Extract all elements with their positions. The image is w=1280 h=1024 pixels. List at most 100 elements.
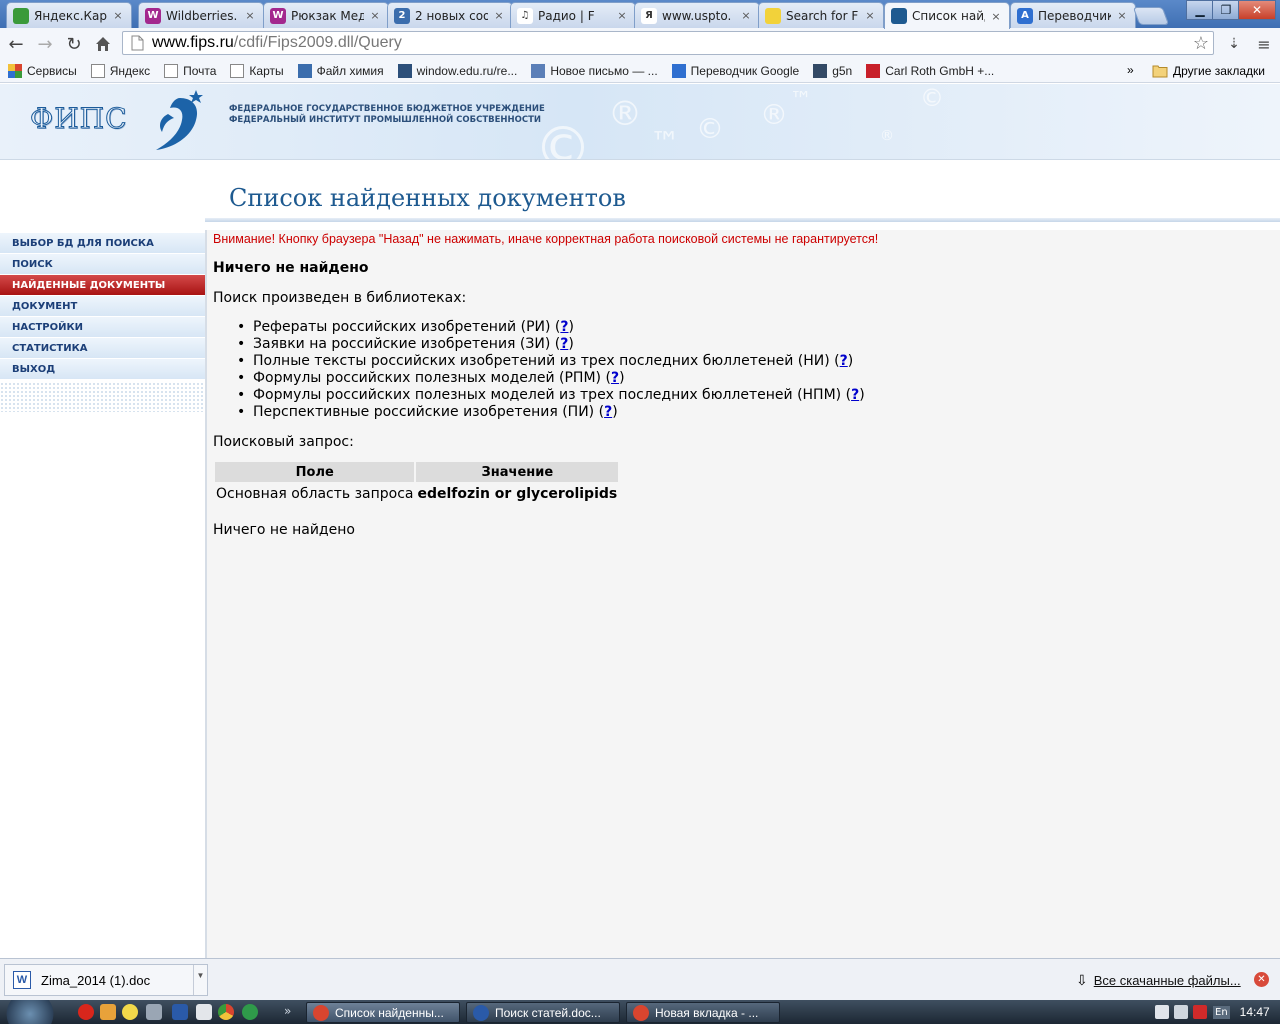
- bookmark-item[interactable]: Переводчик Google: [671, 63, 799, 78]
- quicklaunch-app-icon[interactable]: [242, 1004, 258, 1020]
- menu-item[interactable]: ВЫХОД: [0, 358, 205, 379]
- fips-logo-mark[interactable]: [150, 88, 210, 156]
- page-title: Список найденных документов: [229, 184, 626, 212]
- tab-close-icon[interactable]: ×: [989, 10, 1003, 23]
- address-bar[interactable]: www.fips.ru/cdfi/Fips2009.dll/Query ☆: [122, 31, 1214, 55]
- menu-item[interactable]: ПОИСК: [0, 253, 205, 274]
- library-help-link[interactable]: ?: [840, 353, 848, 369]
- taskbar-button[interactable]: Новая вкладка - ...: [626, 1002, 780, 1023]
- browser-tab[interactable]: 2 2 новых соо ×: [387, 2, 513, 28]
- language-indicator[interactable]: En: [1213, 1005, 1230, 1019]
- clock[interactable]: 14:47: [1240, 1005, 1270, 1019]
- bookmark-item[interactable]: Carl Roth GmbH +...: [866, 63, 994, 78]
- tab-close-icon[interactable]: ×: [615, 9, 629, 22]
- download-item[interactable]: W Zima_2014 (1).doc ▼: [4, 964, 208, 996]
- taskbar-button[interactable]: Список найденны...: [306, 1002, 460, 1023]
- bookmark-item[interactable]: Сервисы: [8, 63, 77, 78]
- library-help-link[interactable]: ?: [611, 370, 619, 386]
- bookmark-item[interactable]: Новое письмо — ...: [531, 63, 658, 78]
- menu-item[interactable]: НАСТРОЙКИ: [0, 316, 205, 337]
- bookmark-item[interactable]: Почта: [164, 63, 216, 78]
- bookmark-item[interactable]: Карты: [230, 63, 284, 78]
- library-help-link[interactable]: ?: [851, 387, 859, 403]
- tab-close-icon[interactable]: ×: [243, 9, 257, 22]
- query-table-header-row: Поле Значение: [215, 462, 619, 482]
- menu-item[interactable]: ДОКУМЕНТ: [0, 295, 205, 316]
- list-item: Перспективные российские изобретения (ПИ…: [237, 404, 865, 421]
- back-arrow-icon: ←: [8, 33, 24, 55]
- bookmarks-list: Сервисы Яндекс Почта Карты Файл химия window.…: [0, 63, 1000, 78]
- other-bookmarks-label: Другие закладки: [1173, 64, 1265, 78]
- menu-item[interactable]: НАЙДЕННЫЕ ДОКУМЕНТЫ: [0, 274, 205, 295]
- library-help-link[interactable]: ?: [560, 319, 568, 335]
- tab-title: Список найд: [912, 9, 985, 23]
- chrome-icon[interactable]: [218, 1004, 234, 1020]
- chrome-menu-button[interactable]: ≡: [1252, 32, 1276, 56]
- browser-tab[interactable]: W Wildberries. ×: [138, 2, 264, 28]
- browser-tab[interactable]: A Переводчик ×: [1010, 2, 1136, 28]
- site-menu: ВЫБОР БД ДЛЯ ПОИСКА ПОИСК НАЙДЕННЫЕ ДОКУМЕ…: [0, 232, 205, 379]
- browser-tab[interactable]: Яwww.uspto. ×: [634, 2, 760, 28]
- bookmark-item[interactable]: window.edu.ru/re...: [397, 63, 518, 78]
- quicklaunch-app-icon[interactable]: [122, 1004, 138, 1020]
- back-button[interactable]: ←: [4, 32, 28, 56]
- quicklaunch-app-icon[interactable]: [196, 1004, 212, 1020]
- browser-tab[interactable]: ♫ Радио | F ×: [510, 2, 636, 28]
- browser-tab[interactable]: W Рюкзак Мед ×: [263, 2, 389, 28]
- minimize-button[interactable]: ▁: [1186, 0, 1214, 20]
- menu-item[interactable]: ВЫБОР БД ДЛЯ ПОИСКА: [0, 232, 205, 253]
- kaspersky-icon[interactable]: [1193, 1005, 1207, 1019]
- tab-title: Wildberries.: [166, 8, 238, 23]
- tray-network-icon[interactable]: [1174, 1005, 1188, 1019]
- download-menu-caret[interactable]: ▼: [193, 965, 207, 995]
- all-downloads-link[interactable]: ⇩ Все скачанные файлы...: [1076, 972, 1241, 989]
- bookmark-label: window.edu.ru/re...: [416, 63, 518, 78]
- tab-favicon-icon: [765, 7, 781, 24]
- bookmark-item[interactable]: Файл химия: [297, 63, 384, 78]
- registered-watermark-icon: ®: [760, 98, 788, 131]
- bookmark-item[interactable]: Яндекс: [90, 63, 150, 78]
- tab-close-icon[interactable]: ×: [492, 9, 506, 22]
- tab-close-icon[interactable]: ×: [739, 9, 753, 22]
- column-header-value: Значение: [416, 462, 619, 482]
- tab-close-icon[interactable]: ×: [1115, 9, 1129, 22]
- organization-name-line-2: ФЕДЕРАЛЬНЫЙ ИНСТИТУТ ПРОМЫШЛЕННОЙ СОБСТВ…: [229, 115, 542, 125]
- browser-tab[interactable]: Яндекс.Карт ×: [6, 2, 132, 28]
- close-shelf-icon[interactable]: ✕: [1254, 972, 1269, 987]
- maximize-button[interactable]: ❐: [1212, 0, 1240, 20]
- quicklaunch-overflow-icon[interactable]: »: [284, 1004, 291, 1018]
- home-button[interactable]: [91, 32, 115, 56]
- start-button[interactable]: [0, 1000, 66, 1024]
- quicklaunch-app-icon[interactable]: [100, 1004, 116, 1020]
- tab-close-icon[interactable]: ×: [863, 9, 877, 22]
- page-icon: [90, 63, 105, 78]
- bookmark-star-icon[interactable]: ☆: [1193, 33, 1209, 54]
- tab-favicon-icon: ♫: [517, 7, 533, 24]
- page-icon: [230, 63, 245, 78]
- library-help-link[interactable]: ?: [560, 336, 568, 352]
- downloads-indicator-button[interactable]: ⇣: [1222, 32, 1246, 56]
- menu-item[interactable]: СТАТИСТИКА: [0, 337, 205, 358]
- opera-icon[interactable]: [78, 1004, 94, 1020]
- bookmarks-overflow-chevron[interactable]: »: [1127, 63, 1134, 77]
- reload-button[interactable]: ↻: [62, 32, 86, 56]
- library-help-link[interactable]: ?: [604, 404, 612, 420]
- word-icon[interactable]: [172, 1004, 188, 1020]
- browser-tab[interactable]: Список найд ×: [884, 2, 1010, 29]
- tab-close-icon[interactable]: ×: [111, 9, 125, 22]
- new-tab-button[interactable]: [1132, 7, 1170, 25]
- forward-button[interactable]: →: [33, 32, 57, 56]
- quicklaunch-app-icon[interactable]: [146, 1004, 162, 1020]
- other-bookmarks-folder[interactable]: Другие закладки: [1152, 59, 1265, 83]
- bookmark-item[interactable]: g5n: [813, 63, 852, 78]
- tab-favicon-icon: W: [145, 7, 161, 24]
- taskbar-app-icon: [473, 1004, 489, 1021]
- nothing-found-heading: Ничего не найдено: [213, 260, 369, 276]
- fips-logo-text[interactable]: ФИПС: [30, 102, 128, 136]
- tab-close-icon[interactable]: ×: [368, 9, 382, 22]
- title-area: Список найденных документов: [205, 160, 1280, 222]
- tray-flag-icon[interactable]: [1155, 1005, 1169, 1019]
- browser-tab[interactable]: Search for F ×: [758, 2, 884, 28]
- taskbar-button[interactable]: Поиск статей.doc...: [466, 1002, 620, 1023]
- close-window-button[interactable]: ✕: [1238, 0, 1276, 20]
